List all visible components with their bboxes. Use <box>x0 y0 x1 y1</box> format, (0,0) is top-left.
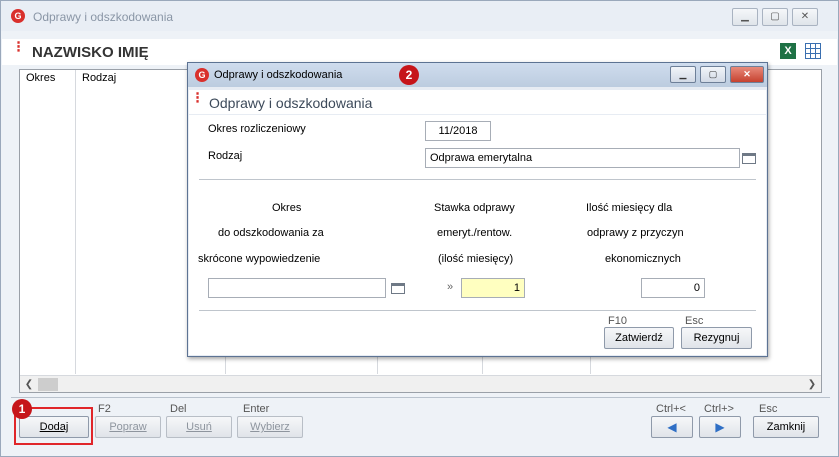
column-header-okres[interactable]: Okres <box>26 72 55 84</box>
popraw-shortcut: F2 <box>98 403 111 415</box>
col3-line3: ekonomicznych <box>605 253 681 265</box>
col2-line3: (ilość miesięcy) <box>438 253 514 265</box>
prev-shortcut: Ctrl+< <box>656 403 686 415</box>
dialog-title: Odprawy i odszkodowania <box>214 69 343 81</box>
toolbar-divider <box>11 397 830 398</box>
close-icon: ✕ <box>800 11 810 22</box>
minimize-button[interactable]: ▁ <box>732 8 758 26</box>
dialog-restore-button[interactable]: ▢ <box>700 66 726 83</box>
col3-line1: Ilość miesięcy dla <box>586 202 673 214</box>
step-badge-1: 1 <box>12 399 32 419</box>
restore-icon: ▢ <box>770 11 780 22</box>
window-title: Odprawy i odszkodowania <box>33 10 174 24</box>
column-divider <box>75 70 76 374</box>
rodzaj-label: Rodzaj <box>208 150 243 162</box>
app-logo-icon: G <box>11 9 25 23</box>
wybierz-shortcut: Enter <box>243 403 270 415</box>
arrow-left-icon: ◀ <box>667 420 677 434</box>
dialog-header: ⁝ Odprawy i odszkodowania <box>189 90 766 114</box>
grid-settings-icon[interactable] <box>805 43 821 59</box>
zatwierdz-button[interactable]: Zatwierdź <box>604 327 674 349</box>
arrow-right-icon: ▶ <box>715 420 725 434</box>
restore-icon: ▢ <box>708 69 718 79</box>
col2-line1: Stawka odprawy <box>434 202 515 214</box>
rezygnuj-button[interactable]: Rezygnuj <box>681 327 752 349</box>
dialog-window: G Odprawy i odszkodowania ▁ ▢ ✕ 2 ⁝ Odpr… <box>187 62 768 357</box>
scroll-right-icon[interactable]: ❯ <box>804 377 820 392</box>
col2-line2: emeryt./rentow. <box>437 227 513 239</box>
button-divider <box>199 310 756 311</box>
okres-rozliczeniowy-field[interactable]: 11/2018 <box>425 121 491 141</box>
wybierz-button[interactable]: Wybierz <box>237 416 303 438</box>
dialog-close-button[interactable]: ✕ <box>730 66 764 83</box>
usun-shortcut: Del <box>170 403 187 415</box>
okres-rozliczeniowy-label: Okres rozliczeniowy <box>208 123 306 135</box>
usun-label: Usuń <box>186 421 212 433</box>
col1-line2: do odszkodowania za <box>218 227 324 239</box>
scroll-thumb[interactable] <box>38 378 58 391</box>
okres-odszkodowania-field[interactable] <box>208 278 386 298</box>
popraw-label: Popraw <box>109 421 147 433</box>
title-bar: G Odprawy i odszkodowania ▁ ▢ ✕ <box>1 1 838 31</box>
excel-export-icon[interactable]: X <box>780 43 796 59</box>
col1-line1: Okres <box>272 202 302 214</box>
folder-icon[interactable] <box>391 283 405 294</box>
app-logo-icon: G <box>195 68 209 82</box>
usun-button[interactable]: Usuń <box>166 416 232 438</box>
scroll-left-icon[interactable]: ❮ <box>21 377 37 392</box>
menu-dots-icon[interactable]: ⁝ <box>16 40 21 56</box>
arrow-indicator: » <box>447 281 454 293</box>
popraw-button[interactable]: Popraw <box>95 416 161 438</box>
menu-dots-icon[interactable]: ⁝ <box>195 91 200 107</box>
column-header-rodzaj[interactable]: Rodzaj <box>82 72 116 84</box>
close-icon: ✕ <box>743 69 751 79</box>
minimize-icon: ▁ <box>741 11 749 22</box>
section-divider <box>199 179 756 180</box>
zatwierdz-shortcut: F10 <box>608 315 627 327</box>
next-shortcut: Ctrl+> <box>704 403 734 415</box>
restore-button[interactable]: ▢ <box>762 8 788 26</box>
zamknij-label: Zamknij <box>766 421 806 433</box>
ilosc-miesiecy-field[interactable]: 0 <box>641 278 705 298</box>
stawka-odprawy-field[interactable]: 1 <box>461 278 525 298</box>
col3-line2: odprawy z przyczyn <box>587 227 684 239</box>
horizontal-scrollbar[interactable]: ❮ ❯ <box>20 375 821 392</box>
col1-line3: skrócone wypowiedzenie <box>198 253 321 265</box>
rezygnuj-shortcut: Esc <box>685 315 704 327</box>
close-button[interactable]: ✕ <box>792 8 818 26</box>
wybierz-label: Wybierz <box>250 421 290 433</box>
step-badge-2: 2 <box>399 65 419 85</box>
dialog-title-bar: G Odprawy i odszkodowania ▁ ▢ ✕ <box>188 63 767 87</box>
rodzaj-field[interactable]: Odprawa emerytalna <box>425 148 740 168</box>
page-title: NAZWISKO IMIĘ <box>32 44 149 61</box>
prev-record-button[interactable]: ◀ <box>651 416 693 438</box>
dialog-body: Okres rozliczeniowy 11/2018 Rodzaj Odpra… <box>189 115 766 355</box>
folder-icon[interactable] <box>742 153 756 164</box>
zamknij-shortcut: Esc <box>759 403 778 415</box>
dialog-heading: Odprawy i odszkodowania <box>209 95 373 111</box>
minimize-icon: ▁ <box>679 69 687 79</box>
zamknij-button[interactable]: Zamknij <box>753 416 819 438</box>
next-record-button[interactable]: ▶ <box>699 416 741 438</box>
dialog-minimize-button[interactable]: ▁ <box>670 66 696 83</box>
